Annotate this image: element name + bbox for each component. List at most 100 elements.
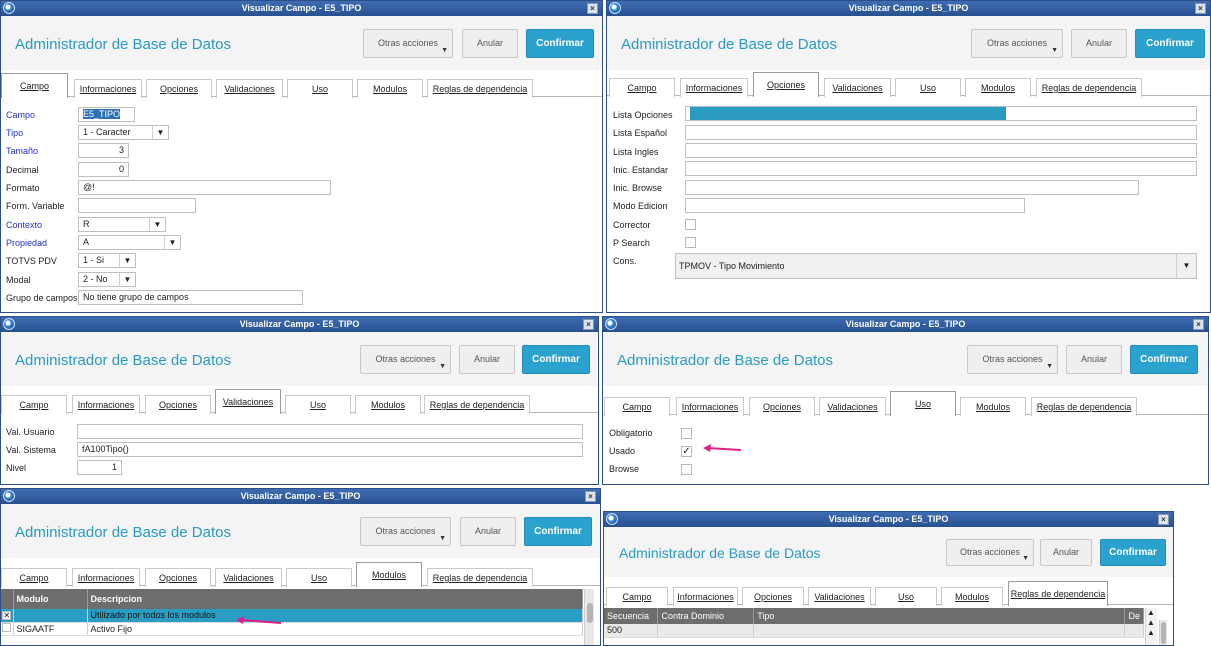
tab-uso[interactable]: Uso bbox=[895, 78, 961, 97]
campo-field[interactable]: E5_TIPO bbox=[78, 107, 135, 122]
scroll-top-icon[interactable]: ▲ bbox=[1147, 619, 1155, 627]
tab-campo[interactable]: Campo bbox=[1, 73, 68, 98]
p-search-checkbox[interactable] bbox=[685, 237, 696, 248]
tab-reglas[interactable]: Reglas de dependencia bbox=[427, 568, 533, 587]
propiedad-select[interactable]: A ▼ bbox=[78, 235, 181, 250]
tipo-select[interactable]: 1 - Caracter ▼ bbox=[78, 125, 169, 140]
confirm-button[interactable]: Confirmar bbox=[526, 29, 594, 58]
tab-opciones[interactable]: Opciones bbox=[742, 587, 804, 606]
tab-informaciones[interactable]: Informaciones bbox=[680, 78, 748, 97]
row-check-icon[interactable] bbox=[2, 623, 12, 632]
scroll-thumb[interactable] bbox=[1161, 622, 1166, 644]
tamano-field[interactable]: 3 bbox=[78, 143, 129, 158]
obligatorio-checkbox[interactable] bbox=[681, 428, 692, 439]
lista-opciones-field[interactable] bbox=[685, 106, 1197, 121]
tab-reglas[interactable]: Reglas de dependencia bbox=[424, 395, 530, 414]
tab-modulos[interactable]: Modulos bbox=[356, 562, 422, 587]
tab-uso[interactable]: Uso bbox=[286, 568, 352, 587]
inic-browse-field[interactable] bbox=[685, 180, 1139, 195]
tab-modulos[interactable]: Modulos bbox=[357, 79, 423, 98]
tab-uso[interactable]: Uso bbox=[285, 395, 351, 414]
vertical-scrollbar[interactable] bbox=[584, 589, 594, 645]
tab-modulos[interactable]: Modulos bbox=[941, 587, 1003, 606]
row-check-icon[interactable]: ✕ bbox=[2, 611, 12, 621]
tab-campo[interactable]: Campo bbox=[1, 395, 67, 414]
confirm-button[interactable]: Confirmar bbox=[524, 517, 592, 546]
tab-modulos[interactable]: Modulos bbox=[960, 397, 1026, 416]
column-header-descripcion[interactable]: Descripcion bbox=[87, 589, 583, 609]
tab-informaciones[interactable]: Informaciones bbox=[74, 79, 142, 98]
tab-opciones[interactable]: Opciones bbox=[145, 395, 211, 414]
other-actions-button[interactable]: Otras acciones ▼ bbox=[360, 345, 451, 374]
other-actions-button[interactable]: Otras acciones ▼ bbox=[971, 29, 1063, 58]
close-icon[interactable]: × bbox=[1158, 514, 1169, 525]
tab-validaciones[interactable]: Validaciones bbox=[215, 389, 281, 414]
tab-validaciones[interactable]: Validaciones bbox=[819, 397, 886, 416]
column-header-de[interactable]: De bbox=[1124, 608, 1144, 624]
row-checkbox[interactable]: ✕ bbox=[1, 609, 14, 623]
tab-informaciones[interactable]: Informaciones bbox=[673, 587, 738, 606]
tab-reglas[interactable]: Reglas de dependencia bbox=[1031, 397, 1137, 416]
confirm-button[interactable]: Confirmar bbox=[1100, 539, 1166, 566]
inic-estandar-field[interactable] bbox=[685, 161, 1197, 176]
modo-edicion-field[interactable] bbox=[685, 198, 1025, 213]
scroll-up-icon[interactable]: ▲ bbox=[1147, 609, 1155, 617]
tab-opciones[interactable]: Opciones bbox=[749, 397, 815, 416]
tab-reglas[interactable]: Reglas de dependencia bbox=[1008, 581, 1108, 606]
other-actions-button[interactable]: Otras acciones ▼ bbox=[360, 517, 451, 546]
other-actions-button[interactable]: Otras acciones ▼ bbox=[363, 29, 453, 58]
val-usuario-field[interactable] bbox=[77, 424, 583, 439]
tab-uso[interactable]: Uso bbox=[875, 587, 937, 606]
table-row[interactable]: 500 bbox=[604, 624, 1144, 638]
tab-informaciones[interactable]: Informaciones bbox=[72, 395, 140, 414]
contexto-select[interactable]: R ▼ bbox=[78, 217, 166, 232]
browse-checkbox[interactable] bbox=[681, 464, 692, 475]
tab-modulos[interactable]: Modulos bbox=[355, 395, 421, 414]
usado-checkbox[interactable]: ✓ bbox=[681, 446, 692, 457]
cancel-button[interactable]: Anular bbox=[1071, 29, 1127, 58]
tab-campo[interactable]: Campo bbox=[609, 78, 675, 97]
cancel-button[interactable]: Anular bbox=[459, 345, 515, 374]
vertical-scrollbar[interactable]: ▲ ▲ ▲ bbox=[1145, 608, 1157, 645]
tab-uso[interactable]: Uso bbox=[287, 79, 353, 98]
table-row[interactable]: ✕ Utilizado por todos los modulos bbox=[1, 609, 583, 623]
tab-validaciones[interactable]: Validaciones bbox=[215, 568, 282, 587]
cancel-button[interactable]: Anular bbox=[460, 517, 516, 546]
tab-campo[interactable]: Campo bbox=[606, 587, 668, 606]
cancel-button[interactable]: Anular bbox=[1066, 345, 1122, 374]
tab-uso[interactable]: Uso bbox=[890, 391, 956, 416]
tab-opciones[interactable]: Opciones bbox=[146, 79, 212, 98]
lista-ingles-field[interactable] bbox=[685, 143, 1197, 158]
cons-select[interactable]: TPMOV - Tipo Movimiento ▼ bbox=[675, 253, 1197, 279]
tab-validaciones[interactable]: Validaciones bbox=[808, 587, 871, 606]
formato-field[interactable]: @! bbox=[78, 180, 331, 195]
close-icon[interactable]: × bbox=[585, 491, 596, 502]
row-checkbox[interactable] bbox=[1, 622, 14, 636]
totvs-pdv-select[interactable]: 1 - Si ▼ bbox=[78, 253, 136, 268]
cancel-button[interactable]: Anular bbox=[1040, 539, 1092, 566]
scroll-thumb[interactable] bbox=[587, 603, 593, 623]
horizontal-scroll-track[interactable] bbox=[1159, 620, 1167, 645]
tab-opciones[interactable]: Opciones bbox=[753, 72, 819, 97]
scroll-down-icon[interactable]: ▲ bbox=[1147, 629, 1155, 637]
other-actions-button[interactable]: Otras acciones ▼ bbox=[967, 345, 1058, 374]
tab-opciones[interactable]: Opciones bbox=[145, 568, 211, 587]
form-variable-field[interactable] bbox=[78, 198, 196, 213]
tab-validaciones[interactable]: Validaciones bbox=[216, 79, 283, 98]
column-header-secuencia[interactable]: Secuencia bbox=[604, 608, 659, 624]
table-row[interactable]: SIGAATF Activo Fijo bbox=[1, 622, 583, 636]
other-actions-button[interactable]: Otras acciones ▼ bbox=[946, 539, 1034, 566]
tab-modulos[interactable]: Modulos bbox=[965, 78, 1031, 97]
close-icon[interactable]: × bbox=[1195, 3, 1206, 14]
close-icon[interactable]: × bbox=[587, 3, 598, 14]
tab-informaciones[interactable]: Informaciones bbox=[72, 568, 140, 587]
tab-campo[interactable]: Campo bbox=[1, 568, 67, 587]
grupo-campos-field[interactable]: No tiene grupo de campos bbox=[78, 290, 303, 305]
confirm-button[interactable]: Confirmar bbox=[1135, 29, 1205, 58]
modal-select[interactable]: 2 - No ▼ bbox=[78, 272, 136, 287]
cancel-button[interactable]: Anular bbox=[462, 29, 518, 58]
tab-reglas[interactable]: Reglas de dependencia bbox=[427, 79, 533, 98]
corrector-checkbox[interactable] bbox=[685, 219, 696, 230]
column-header-tipo[interactable]: Tipo bbox=[753, 608, 1126, 624]
tab-informaciones[interactable]: Informaciones bbox=[676, 397, 744, 416]
